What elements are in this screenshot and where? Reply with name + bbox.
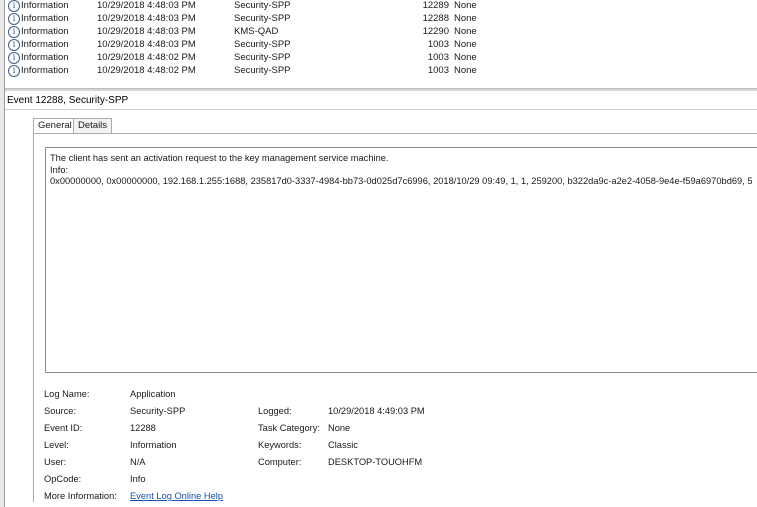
source-label: Source: [44, 406, 77, 416]
log-name-value: Application [130, 389, 176, 399]
information-icon: i [8, 13, 20, 25]
event-level-cell: Information [21, 65, 69, 76]
description-info-values: 0x00000000, 0x00000000, 192.168.1.255:16… [50, 176, 753, 186]
pane-splitter[interactable] [5, 88, 757, 91]
event-task-cell: None [454, 52, 477, 63]
event-level-cell: Information [21, 52, 69, 63]
event-row[interactable]: i Information 10/29/2018 4:48:02 PM Securit… [5, 51, 757, 64]
event-row[interactable]: i Information 10/29/2018 4:48:03 PM KMS-QAD… [5, 25, 757, 38]
event-id-label: Event ID: [44, 423, 83, 433]
event-date-cell: 10/29/2018 4:48:02 PM [97, 52, 196, 63]
event-level-cell: Information [21, 39, 69, 50]
computer-label: Computer: [258, 457, 302, 467]
event-id-cell: 1003 [427, 39, 449, 50]
task-category-label: Task Category: [258, 423, 321, 433]
more-information-label: More Information: [44, 491, 117, 501]
event-task-cell: None [454, 26, 477, 37]
keywords-value: Classic [328, 440, 358, 450]
log-name-label: Log Name: [44, 389, 90, 399]
event-source-cell: Security-SPP [234, 65, 291, 76]
event-level-cell: Information [21, 0, 69, 11]
event-source-cell: Security-SPP [234, 13, 291, 24]
event-date-cell: 10/29/2018 4:48:03 PM [97, 26, 196, 37]
event-date-cell: 10/29/2018 4:48:02 PM [97, 65, 196, 76]
event-date-cell: 10/29/2018 4:48:03 PM [97, 13, 196, 24]
event-id-cell: 1003 [427, 65, 449, 76]
event-list[interactable]: i Information 10/29/2018 4:48:03 PM Securit… [5, 0, 757, 88]
event-date-cell: 10/29/2018 4:48:03 PM [97, 0, 196, 11]
event-log-online-help-link[interactable]: Event Log Online Help [130, 491, 223, 501]
event-date-cell: 10/29/2018 4:48:03 PM [97, 39, 196, 50]
event-source-cell: Security-SPP [234, 39, 291, 50]
information-icon: i [8, 0, 20, 12]
description-info-label: Info: [50, 165, 69, 175]
event-source-cell: Security-SPP [234, 52, 291, 63]
event-task-cell: None [454, 65, 477, 76]
information-icon: i [8, 65, 20, 77]
event-level-cell: Information [21, 26, 69, 37]
tab-details[interactable]: Details [73, 118, 113, 134]
opcode-value: Info [130, 474, 146, 484]
event-row[interactable]: i Information 10/29/2018 4:48:03 PM Securit… [5, 12, 757, 25]
information-icon: i [8, 52, 20, 64]
event-description-box[interactable]: The client has sent an activation reques… [45, 147, 757, 373]
user-label: User: [44, 457, 67, 467]
event-id-cell: 12290 [422, 26, 449, 37]
user-value: N/A [130, 457, 146, 467]
event-row[interactable]: i Information 10/29/2018 4:48:03 PM Securit… [5, 0, 757, 12]
information-icon: i [8, 39, 20, 51]
event-id-cell: 12288 [422, 13, 449, 24]
event-task-cell: None [454, 13, 477, 24]
task-category-value: None [328, 423, 351, 433]
level-label: Level: [44, 440, 69, 450]
level-value: Information [130, 440, 177, 450]
event-row[interactable]: i Information 10/29/2018 4:48:02 PM Securit… [5, 64, 757, 77]
event-task-cell: None [454, 0, 477, 11]
source-value: Security-SPP [130, 406, 186, 416]
event-id-value: 12288 [130, 423, 156, 433]
computer-value: DESKTOP-TOUOHFM [328, 457, 423, 467]
logged-label: Logged: [258, 406, 292, 416]
event-id-cell: 1003 [427, 52, 449, 63]
event-source-cell: KMS-QAD [234, 26, 279, 37]
description-message: The client has sent an activation reques… [50, 153, 389, 163]
event-task-cell: None [454, 39, 477, 50]
title-separator [5, 109, 757, 110]
information-icon: i [8, 26, 20, 38]
event-level-cell: Information [21, 13, 69, 24]
event-detail-title: Event 12288, Security-SPP [7, 95, 129, 106]
opcode-label: OpCode: [44, 474, 82, 484]
keywords-label: Keywords: [258, 440, 302, 450]
logged-value: 10/29/2018 4:49:03 PM [328, 406, 425, 416]
event-row[interactable]: i Information 10/29/2018 4:48:03 PM Securit… [5, 38, 757, 51]
event-source-cell: Security-SPP [234, 0, 291, 11]
event-id-cell: 12289 [422, 0, 449, 11]
